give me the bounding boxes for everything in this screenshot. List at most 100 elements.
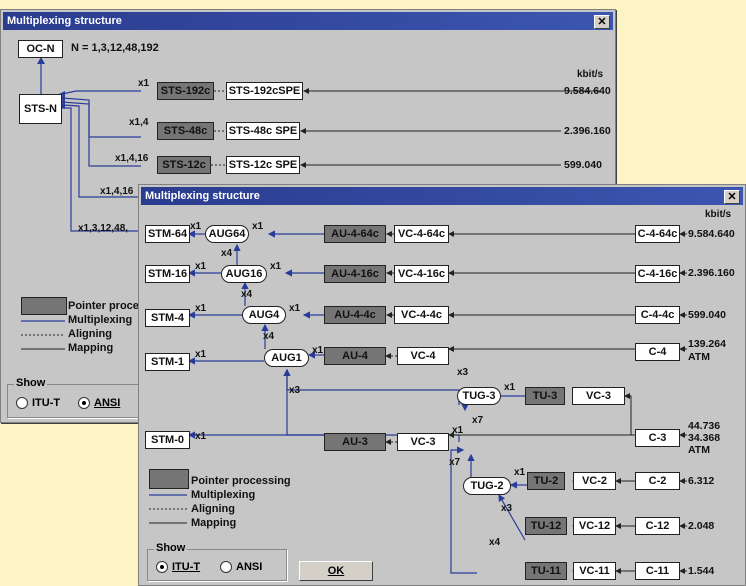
mult-x1: x1 xyxy=(195,431,207,442)
c12-rate: 2.048 xyxy=(688,520,715,532)
sts-12c-box[interactable]: STS-12c xyxy=(157,156,211,174)
vc-3-tu-box[interactable]: VC-3 xyxy=(572,387,625,405)
back-legend-pointer-swatch xyxy=(21,297,67,315)
mult-x1: x1 xyxy=(289,303,301,314)
ocn-box[interactable]: OC-N xyxy=(18,40,63,58)
back-radio-ansi-label: ANSI xyxy=(94,397,121,409)
sts-192c-spe-box[interactable]: STS-192cSPE xyxy=(226,82,303,100)
n-values-label: N = 1,3,12,48,192 xyxy=(71,42,159,54)
mult-x4: x4 xyxy=(263,331,275,342)
vc-2-box[interactable]: VC-2 xyxy=(573,472,616,490)
c-4-16c-box[interactable]: C-4-16c xyxy=(635,265,680,283)
mult-x1: x1 xyxy=(252,221,264,232)
vc-4-16c-box[interactable]: VC-4-16c xyxy=(394,265,449,283)
front-legend-pointer: Pointer processing xyxy=(191,475,291,487)
au-4-box[interactable]: AU-4 xyxy=(324,347,386,365)
back-radio-ansi[interactable]: ANSI xyxy=(78,397,120,409)
back-radio-itut[interactable]: ITU-T xyxy=(16,397,60,409)
front-kbits-label: kbit/s xyxy=(705,209,732,220)
front-radio-itut-label: ITU-T xyxy=(172,561,201,573)
back-mult-4: x1,4,16 xyxy=(100,186,134,197)
back-legend-mux: Multiplexing xyxy=(68,314,133,326)
back-mult-3: x1,4,16 xyxy=(115,153,149,164)
au-4-4c-box[interactable]: AU-4-4c xyxy=(324,306,386,324)
vc-11-box[interactable]: VC-11 xyxy=(573,562,616,580)
c-4-4c-box[interactable]: C-4-4c xyxy=(635,306,680,324)
mult-x1: x1 xyxy=(195,261,207,272)
stm-64-box[interactable]: STM-64 xyxy=(145,225,190,243)
tug-2-box[interactable]: TUG-2 xyxy=(463,477,511,495)
tu-2-box[interactable]: TU-2 xyxy=(527,472,565,490)
front-window: Multiplexing structure ✕ kbit/s STM-64 S… xyxy=(138,184,746,586)
tu-3-box[interactable]: TU-3 xyxy=(525,387,565,405)
c3-rate-1: 44.736 xyxy=(688,420,721,432)
sts-192c-box[interactable]: STS-192c xyxy=(157,82,214,100)
c11-rate: 1.544 xyxy=(688,565,715,577)
radio-selected-icon xyxy=(156,561,168,573)
back-legend-align: Aligning xyxy=(68,328,112,340)
front-radio-ansi[interactable]: ANSI xyxy=(220,561,262,573)
front-rate-1: 9.584.640 xyxy=(688,228,735,240)
front-radio-ansi-label: ANSI xyxy=(236,561,263,573)
mult-x1: x1 xyxy=(190,221,202,232)
mult-x7: x7 xyxy=(472,415,484,426)
c-4-64c-box[interactable]: C-4-64c xyxy=(635,225,680,243)
back-rate-1: 9.584.640 xyxy=(564,85,611,97)
vc-4-box[interactable]: VC-4 xyxy=(397,347,449,365)
c-2-box[interactable]: C-2 xyxy=(635,472,680,490)
aug4-box[interactable]: AUG4 xyxy=(242,306,286,324)
ok-button[interactable]: OK xyxy=(299,561,373,581)
back-kbits-label: kbit/s xyxy=(577,69,604,80)
radio-icon xyxy=(16,397,28,409)
radio-icon xyxy=(220,561,232,573)
back-legend-map: Mapping xyxy=(68,342,114,354)
front-legend-pointer-swatch xyxy=(149,469,189,489)
c-3-box[interactable]: C-3 xyxy=(635,429,680,447)
au-4-16c-box[interactable]: AU-4-16c xyxy=(324,265,386,283)
mult-x4: x4 xyxy=(221,248,233,259)
tu-11-box[interactable]: TU-11 xyxy=(525,562,567,580)
aug16-box[interactable]: AUG16 xyxy=(221,265,267,283)
tu-12-box[interactable]: TU-12 xyxy=(525,517,567,535)
mult-x7: x7 xyxy=(449,457,461,468)
front-legend-map: Mapping xyxy=(191,517,237,529)
aug64-box[interactable]: AUG64 xyxy=(205,225,249,243)
ok-button-label: OK xyxy=(327,565,345,577)
vc-12-box[interactable]: VC-12 xyxy=(573,517,616,535)
mult-x4: x4 xyxy=(489,537,501,548)
stm-4-box[interactable]: STM-4 xyxy=(145,309,190,327)
front-legend-mux: Multiplexing xyxy=(191,489,256,501)
c3-atm: ATM xyxy=(688,444,710,456)
c-4-box[interactable]: C-4 xyxy=(635,343,680,361)
mult-x1: x1 xyxy=(514,467,526,478)
front-radio-itut[interactable]: ITU-T xyxy=(156,561,200,573)
mult-x1: x1 xyxy=(195,349,207,360)
vc-3-box[interactable]: VC-3 xyxy=(397,433,449,451)
stm-0-box[interactable]: STM-0 xyxy=(145,431,190,449)
mult-x4: x4 xyxy=(241,289,253,300)
vc-4-64c-box[interactable]: VC-4-64c xyxy=(394,225,449,243)
back-show-group: Show ITU-T ANSI xyxy=(7,377,143,418)
sts-48c-spe-box[interactable]: STS-48c SPE xyxy=(226,122,300,140)
back-mult-1: x1 xyxy=(138,78,150,89)
sts-48c-box[interactable]: STS-48c xyxy=(157,122,214,140)
tug-3-box[interactable]: TUG-3 xyxy=(457,387,501,405)
c-11-box[interactable]: C-11 xyxy=(635,562,680,580)
stsn-box[interactable]: STS-N xyxy=(19,94,62,124)
stm-1-box[interactable]: STM-1 xyxy=(145,353,190,371)
mult-x1: x1 xyxy=(195,303,207,314)
mult-x3: x3 xyxy=(457,367,469,378)
c4-atm: ATM xyxy=(688,351,710,363)
stm-16-box[interactable]: STM-16 xyxy=(145,265,190,283)
back-mult-2: x1,4 xyxy=(129,117,149,128)
mult-x3: x3 xyxy=(501,503,513,514)
c-12-box[interactable]: C-12 xyxy=(635,517,680,535)
front-show-group: Show ITU-T ANSI xyxy=(147,542,287,581)
sts-12c-spe-box[interactable]: STS-12c SPE xyxy=(226,156,300,174)
vc-4-4c-box[interactable]: VC-4-4c xyxy=(394,306,449,324)
au-4-64c-box[interactable]: AU-4-64c xyxy=(324,225,386,243)
back-mult-5: x1,3,12,48, xyxy=(78,223,129,234)
c4-rate: 139.264 xyxy=(688,338,726,350)
aug1-box[interactable]: AUG1 xyxy=(264,349,309,367)
au-3-box[interactable]: AU-3 xyxy=(324,433,386,451)
